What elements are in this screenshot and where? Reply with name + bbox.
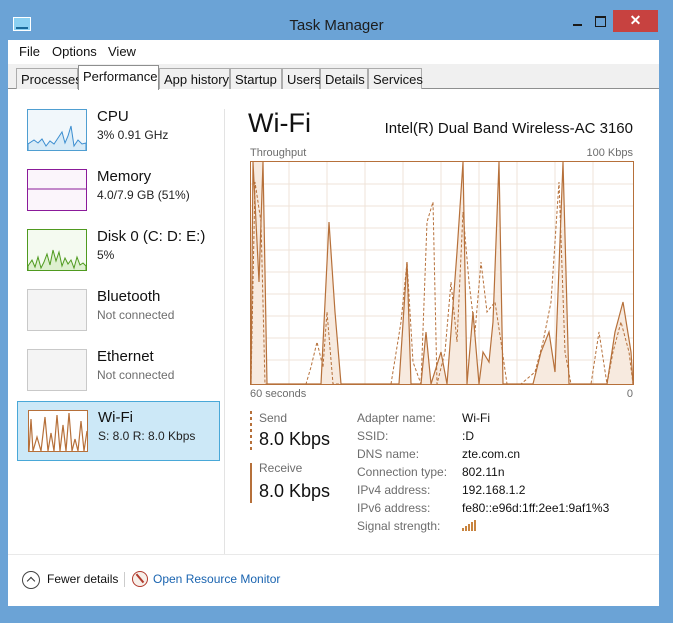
menu-view[interactable]: View xyxy=(108,44,136,59)
bluetooth-graph-thumbnail xyxy=(27,289,87,331)
page-title: Wi-Fi xyxy=(248,108,311,138)
send-label: Send xyxy=(259,411,288,425)
fewer-details-button[interactable]: Fewer details xyxy=(47,572,118,586)
receive-value: 8.0 Kbps xyxy=(259,481,331,501)
sidebar-item-value: Not connected xyxy=(97,308,175,322)
sidebar-item-cpu[interactable]: CPU 3% 0.91 GHz xyxy=(17,101,220,161)
property-label: IPv6 address: xyxy=(357,501,431,515)
footer-divider xyxy=(8,554,659,555)
sidebar-item-label: Wi-Fi xyxy=(98,409,133,426)
sidebar-item-label: Ethernet xyxy=(97,348,154,365)
menu-file[interactable]: File xyxy=(19,44,40,59)
pane-divider xyxy=(224,109,225,554)
menu-bar: File Options View xyxy=(8,40,659,63)
sidebar-item-wifi[interactable]: Wi-Fi S: 8.0 R: 8.0 Kbps xyxy=(17,401,220,461)
property-label: IPv4 address: xyxy=(357,483,431,497)
wifi-graph-thumbnail xyxy=(28,410,88,452)
tab-services[interactable]: Services xyxy=(368,68,423,89)
sidebar-item-value: 4.0/7.9 GB (51%) xyxy=(97,188,190,202)
sidebar-item-value: S: 8.0 R: 8.0 Kbps xyxy=(98,429,196,443)
tab-processes[interactable]: Processes xyxy=(16,68,82,89)
footer-separator xyxy=(124,572,125,587)
sidebar-item-label: CPU xyxy=(97,108,129,125)
property-value: Wi-Fi xyxy=(462,411,490,425)
sidebar-item-label: Bluetooth xyxy=(97,288,161,305)
sidebar-item-bluetooth[interactable]: Bluetooth Not connected xyxy=(17,281,220,341)
memory-graph-thumbnail xyxy=(27,169,87,211)
sidebar-item-value: Not connected xyxy=(97,368,175,382)
open-resource-monitor-link[interactable]: Open Resource Monitor xyxy=(153,572,280,586)
tab-performance[interactable]: Performance xyxy=(78,65,159,90)
property-label: DNS name: xyxy=(357,447,420,461)
adapter-name-heading: Intel(R) Dual Band Wireless-AC 3160 xyxy=(384,120,633,137)
time-axis-left-label: 60 seconds xyxy=(250,388,307,400)
tab-startup[interactable]: Startup xyxy=(230,68,282,89)
chevron-up-icon[interactable] xyxy=(22,571,40,589)
title-bar[interactable]: Task Manager ✕ xyxy=(0,0,673,40)
throughput-graph xyxy=(250,161,634,385)
maximize-button[interactable] xyxy=(590,10,612,32)
receive-legend-line xyxy=(250,463,252,503)
resource-monitor-icon[interactable] xyxy=(132,571,148,587)
sidebar-item-value: 5% xyxy=(97,248,115,262)
disk-graph-thumbnail xyxy=(27,229,87,271)
sidebar-item-label: Memory xyxy=(97,168,152,185)
sidebar-item-value: 3% 0.91 GHz xyxy=(97,128,169,142)
tab-details[interactable]: Details xyxy=(320,68,368,89)
property-label: SSID: xyxy=(357,429,389,443)
ethernet-graph-thumbnail xyxy=(27,349,87,391)
tab-app-history[interactable]: App history xyxy=(159,68,230,89)
tab-bar: Processes Performance App history Startu… xyxy=(8,64,659,90)
send-legend-line xyxy=(250,411,252,451)
signal-strength-icon xyxy=(462,518,478,536)
send-value: 8.0 Kbps xyxy=(259,429,331,449)
property-label: Signal strength: xyxy=(357,519,441,533)
close-button[interactable]: ✕ xyxy=(613,10,658,32)
sidebar-item-label: Disk 0 (C: D: E:) xyxy=(97,228,206,245)
property-label: Adapter name: xyxy=(357,411,436,425)
property-label: Connection type: xyxy=(357,465,448,479)
cpu-graph-thumbnail xyxy=(27,109,87,151)
menu-options[interactable]: Options xyxy=(52,44,97,59)
time-axis-right-label: 0 xyxy=(626,388,633,400)
minimize-button[interactable] xyxy=(567,10,589,32)
sidebar-item-memory[interactable]: Memory 4.0/7.9 GB (51%) xyxy=(17,161,220,221)
property-value: 802.11n xyxy=(462,465,505,479)
property-value: 192.168.1.2 xyxy=(462,483,526,497)
sidebar-item-disk[interactable]: Disk 0 (C: D: E:) 5% xyxy=(17,221,220,281)
tab-users[interactable]: Users xyxy=(282,68,321,89)
property-value: zte.com.cn xyxy=(462,447,521,461)
throughput-label: Throughput xyxy=(250,147,307,159)
graph-max-label: 100 Kbps xyxy=(586,147,633,159)
receive-label: Receive xyxy=(259,461,303,475)
property-value: :D xyxy=(462,429,474,443)
property-value: fe80::e96d:1ff:2ee1:9af1%3 xyxy=(462,501,610,515)
window-content: File Options View Processes Performance … xyxy=(8,40,659,606)
sidebar-item-ethernet[interactable]: Ethernet Not connected xyxy=(17,341,220,401)
task-manager-window: Task Manager ✕ File Options View Process… xyxy=(0,0,673,623)
